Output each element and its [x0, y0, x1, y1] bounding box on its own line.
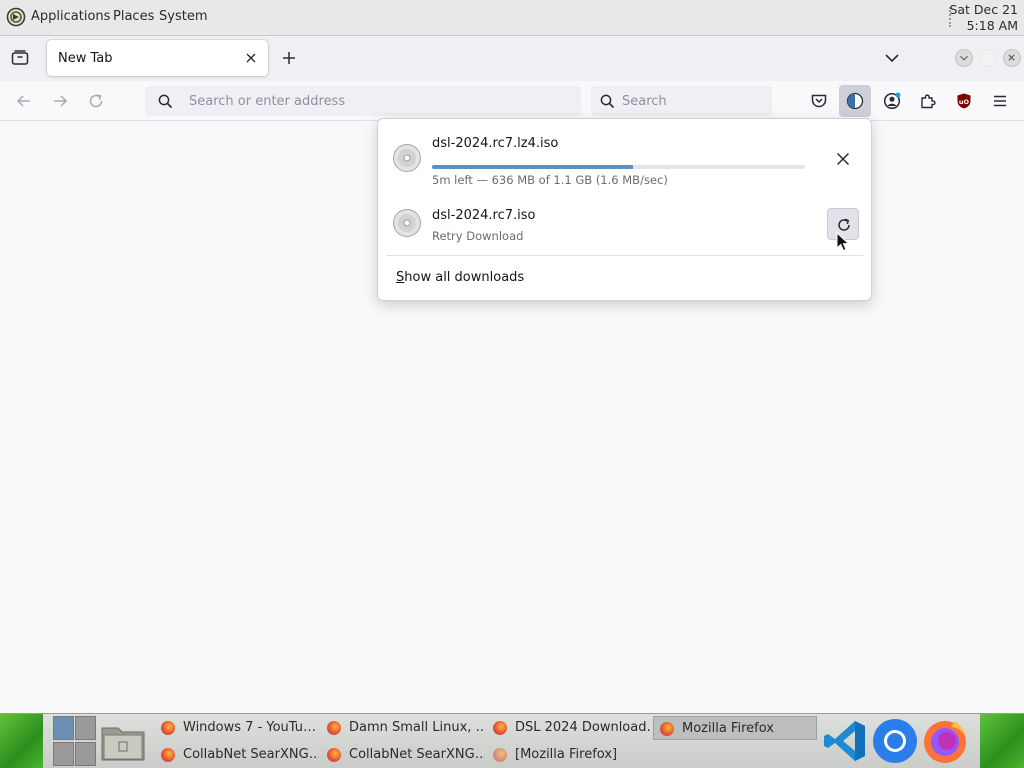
- list-all-tabs-chevron-icon[interactable]: [884, 51, 900, 65]
- file-manager-icon[interactable]: [100, 720, 146, 762]
- download-item-in-progress[interactable]: dsl-2024.rc7.lz4.iso 5m left — 636 MB of…: [378, 127, 871, 191]
- search-bar[interactable]: [591, 86, 772, 116]
- account-icon: [883, 92, 901, 110]
- save-to-pocket-button[interactable]: [803, 85, 835, 117]
- svg-text:uO: uO: [959, 98, 970, 106]
- workspace-switcher[interactable]: [53, 716, 97, 767]
- new-tab-plus-icon[interactable]: [281, 50, 297, 66]
- places-menu[interactable]: Places: [113, 9, 154, 24]
- download-status: Retry Download: [432, 229, 524, 243]
- minimize-icon: [960, 55, 968, 61]
- panel-wallpaper-left: [0, 714, 43, 768]
- clock-time: 5:18 AM: [966, 18, 1018, 33]
- address-bar[interactable]: [145, 86, 581, 116]
- retry-icon: [838, 218, 850, 231]
- applications-menu[interactable]: Applications: [31, 9, 110, 24]
- clock-date: Sat Dec 21: [949, 2, 1018, 17]
- hamburger-menu-icon: [994, 95, 1006, 107]
- workspace-1[interactable]: [53, 716, 74, 740]
- mouse-pointer-icon: [836, 232, 850, 252]
- close-tab-icon[interactable]: [244, 51, 258, 65]
- cancel-download-button[interactable]: [827, 143, 859, 175]
- clock[interactable]: Sat Dec 21 5:18 AM: [949, 2, 1018, 34]
- taskbar-task[interactable]: Windows 7 - YouTu…: [155, 716, 319, 740]
- firefox-icon: [327, 721, 341, 735]
- forward-arrow-icon[interactable]: [51, 92, 69, 110]
- disc-image-file-icon: [393, 209, 421, 237]
- taskbar: Windows 7 - YouTu… Damn Small Linux, … D…: [0, 713, 1024, 768]
- download-filename: dsl-2024.rc7.iso: [432, 208, 536, 223]
- download-progress-icon: [846, 92, 864, 110]
- download-filename: dsl-2024.rc7.lz4.iso: [432, 136, 559, 151]
- chromium-icon[interactable]: [871, 717, 919, 765]
- download-progress-fill: [432, 165, 634, 169]
- workspace-4[interactable]: [75, 742, 96, 766]
- taskbar-task[interactable]: [Mozilla Firefox]: [487, 743, 651, 767]
- panel-separator: [386, 255, 863, 256]
- minimize-window-button[interactable]: [955, 49, 973, 67]
- distro-logo-icon[interactable]: [6, 7, 26, 27]
- firefox-icon: [493, 748, 507, 762]
- account-button[interactable]: [876, 85, 908, 117]
- tab-strip: New Tab: [0, 36, 1024, 81]
- tab-new-tab[interactable]: New Tab: [47, 40, 268, 76]
- tab-title: New Tab: [58, 51, 113, 66]
- search-input[interactable]: [622, 86, 762, 116]
- reload-icon[interactable]: [87, 92, 105, 110]
- ublock-origin-button[interactable]: uO: [948, 85, 980, 117]
- vscode-icon[interactable]: [821, 717, 869, 765]
- workspace-3[interactable]: [53, 742, 74, 766]
- search-icon: [158, 94, 173, 109]
- panel-wallpaper-right: [980, 714, 1024, 768]
- taskbar-task[interactable]: Damn Small Linux, …: [321, 716, 485, 740]
- firefox-icon: [161, 721, 175, 735]
- pocket-icon: [811, 94, 827, 108]
- system-menu[interactable]: System: [159, 9, 207, 24]
- taskbar-task[interactable]: DSL 2024 Download…: [487, 716, 651, 740]
- close-window-button[interactable]: [1003, 49, 1021, 67]
- firefox-view-icon[interactable]: [10, 48, 30, 68]
- workspace-2[interactable]: [75, 716, 96, 740]
- search-icon: [600, 94, 615, 109]
- close-icon: [836, 152, 850, 166]
- application-menu-button[interactable]: [984, 85, 1016, 117]
- download-item-failed[interactable]: dsl-2024.rc7.iso Retry Download: [378, 191, 871, 255]
- close-icon: [1008, 54, 1015, 61]
- back-arrow-icon[interactable]: [15, 92, 33, 110]
- firefox-icon: [161, 748, 175, 762]
- puzzle-piece-icon: [921, 94, 936, 109]
- system-panel: Applications Places System Sat Dec 21 5:…: [0, 0, 1024, 36]
- firefox-icon: [660, 722, 674, 736]
- taskbar-task[interactable]: CollabNet SearXNG…: [321, 743, 485, 767]
- ublock-shield-icon: uO: [957, 93, 971, 109]
- download-status: 5m left — 636 MB of 1.1 GB (1.6 MB/sec): [432, 173, 668, 187]
- downloads-panel: dsl-2024.rc7.lz4.iso 5m left — 636 MB of…: [377, 118, 872, 301]
- maximize-window-button[interactable]: [979, 49, 997, 67]
- taskbar-task[interactable]: CollabNet SearXNG…: [155, 743, 319, 767]
- show-all-label: how all downloads: [404, 270, 525, 285]
- taskbar-task-active[interactable]: Mozilla Firefox: [653, 716, 817, 740]
- disc-image-file-icon: [393, 144, 421, 172]
- firefox-icon: [327, 748, 341, 762]
- download-progress-bar: [432, 165, 805, 169]
- firefox-icon: [493, 721, 507, 735]
- firefox-icon[interactable]: [921, 717, 969, 765]
- show-all-downloads-button[interactable]: Show all downloads: [396, 270, 524, 285]
- navigation-toolbar: uO: [0, 81, 1024, 121]
- downloads-button[interactable]: [839, 85, 871, 117]
- extensions-button[interactable]: [912, 85, 944, 117]
- address-input[interactable]: [189, 86, 569, 116]
